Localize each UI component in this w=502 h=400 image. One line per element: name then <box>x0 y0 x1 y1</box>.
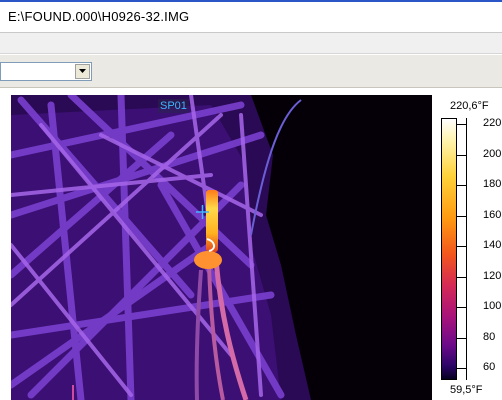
toolbar <box>0 55 502 88</box>
scale-tick-label: 100 <box>483 300 502 312</box>
app-window: E:\FOUND.000\H0926-32.IMG SP01 220,6°F 2… <box>0 0 502 400</box>
scale-max-label: 220,6°F <box>450 100 489 112</box>
scale-tick <box>457 124 466 125</box>
scale-tick <box>457 368 466 369</box>
title-bar: E:\FOUND.000\H0926-32.IMG <box>0 0 502 32</box>
thermal-image[interactable] <box>11 95 432 400</box>
scale-tick-label: 200 <box>483 147 502 160</box>
spot-label[interactable]: SP01 <box>158 99 189 113</box>
scale-tick <box>457 154 466 156</box>
scale-tick-label: 60 <box>483 361 496 373</box>
window-title: E:\FOUND.000\H0926-32.IMG <box>8 9 190 24</box>
menu-bar <box>0 32 502 54</box>
dropdown-arrow-button[interactable] <box>75 64 90 79</box>
scale-tick <box>457 337 466 339</box>
scale-tick <box>457 246 466 247</box>
thermal-scene <box>11 95 432 400</box>
viewer-margin <box>0 88 11 400</box>
scale-tick-label: 160 <box>483 208 502 221</box>
scale-tick <box>457 307 466 308</box>
scale-tick <box>457 185 466 186</box>
scale-tick-label: 140 <box>483 239 502 251</box>
scale-ticks: 220 200 180 160 140 120 100 80 60 <box>457 117 502 380</box>
scale-tick <box>457 276 466 278</box>
temperature-colorbar <box>441 118 457 380</box>
scale-tick-label: 180 <box>483 178 502 190</box>
scale-tick-label: 220 <box>483 117 502 129</box>
scale-tick <box>457 215 466 217</box>
chevron-down-icon <box>79 69 86 73</box>
palette-dropdown[interactable] <box>0 62 92 81</box>
scale-min-label: 59,5°F <box>450 384 483 396</box>
scale-tick-label: 120 <box>483 269 502 282</box>
scale-tick-label: 80 <box>483 330 496 343</box>
